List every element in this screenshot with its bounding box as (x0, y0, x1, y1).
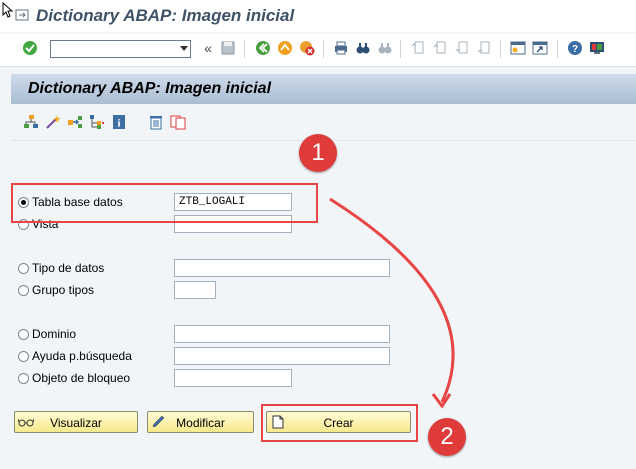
step-badge-2: 2 (428, 418, 466, 456)
annotation-arrow (329, 197, 455, 409)
step-badge-1: 1 (299, 134, 337, 172)
